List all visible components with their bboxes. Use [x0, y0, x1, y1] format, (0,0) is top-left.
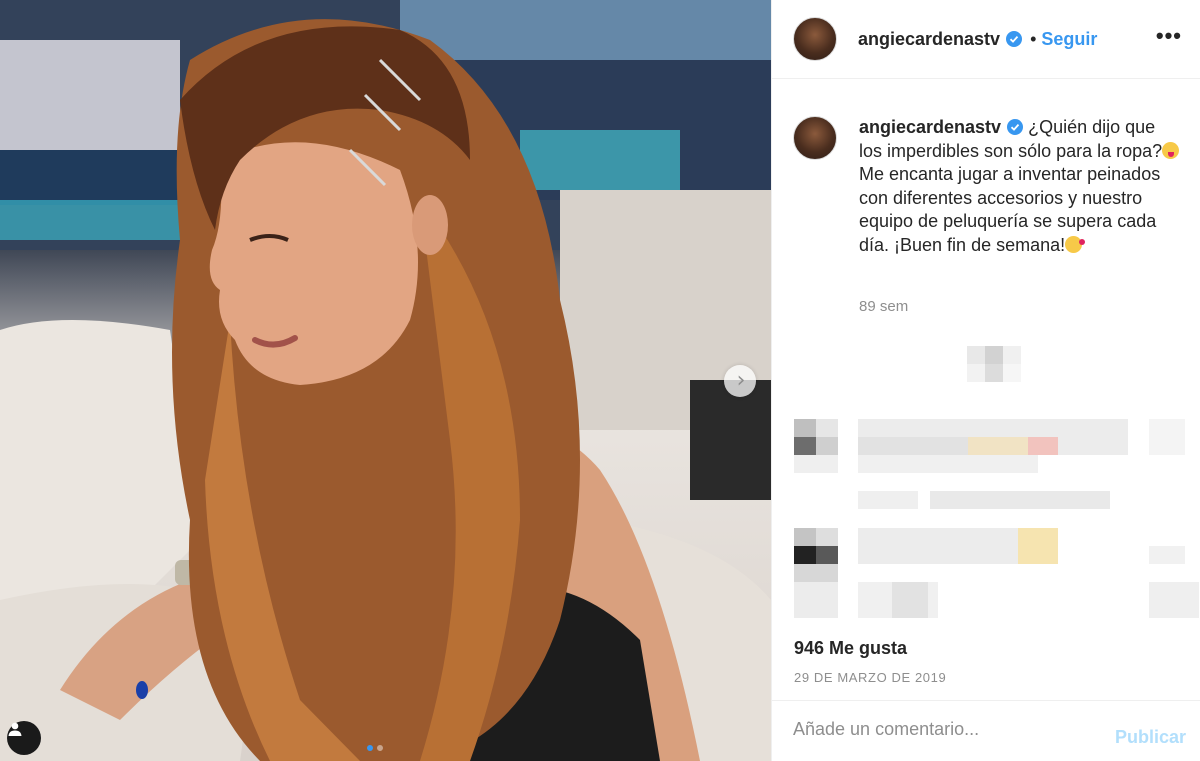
tagged-users-button[interactable] [7, 721, 41, 755]
avatar[interactable] [793, 17, 837, 61]
verified-badge-icon [1006, 31, 1023, 47]
username-link[interactable]: angiecardenastv [858, 29, 1000, 50]
carousel-dot [377, 745, 383, 751]
caption-text: angiecardenastv ¿Quién dijo que los imper… [859, 116, 1183, 257]
post-caption: angiecardenastv ¿Quién dijo que los imper… [793, 116, 1183, 257]
post-date: 29 DE MARZO DE 2019 [794, 670, 947, 685]
more-options-icon[interactable]: ••• [1156, 25, 1182, 47]
carousel-dot-active [367, 745, 373, 751]
grinning-face-with-tongue-icon [1162, 141, 1180, 159]
verified-badge-icon [1007, 119, 1024, 135]
post-time-ago[interactable]: 89 sem [859, 298, 908, 315]
comment-input[interactable] [793, 719, 1093, 740]
post-photo[interactable]: › [0, 0, 771, 761]
censored-comment [794, 528, 1199, 628]
photo-illustration [0, 0, 771, 761]
face-blowing-kiss-icon [1065, 235, 1086, 253]
post-header: angiecardenastv • Seguir ••• [772, 0, 1200, 79]
carousel-next-button[interactable]: › [724, 365, 756, 397]
carousel-indicator [367, 745, 383, 751]
likes-count[interactable]: 946 Me gusta [794, 638, 907, 659]
caption-username-link[interactable]: angiecardenastv [859, 117, 1001, 137]
post-side-panel: angiecardenastv • Seguir ••• angiecarden… [771, 0, 1200, 761]
follow-button[interactable]: Seguir [1041, 29, 1097, 50]
caption-body-2: Me encanta jugar a inventar peinados con… [859, 164, 1161, 255]
chevron-right-icon: › [736, 368, 746, 393]
censored-comment [794, 419, 1194, 519]
comment-bar: Publicar [772, 700, 1200, 761]
censored-load-more [967, 346, 1021, 382]
user-icon [8, 722, 22, 736]
caption-avatar[interactable] [793, 116, 837, 160]
publish-button[interactable]: Publicar [1115, 727, 1186, 748]
separator-dot: • [1030, 28, 1037, 49]
